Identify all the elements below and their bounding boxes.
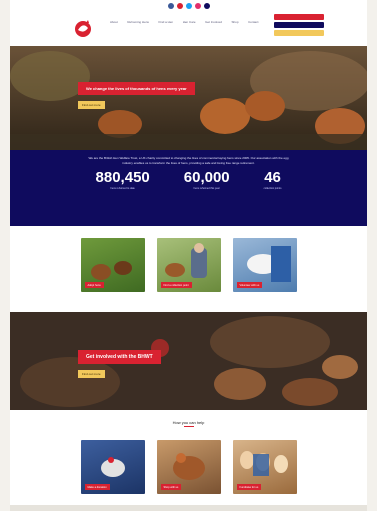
stat-item: 46 collection points — [263, 169, 282, 191]
hens-banner-image — [10, 312, 367, 410]
stat-item: 880,450 hens rehomed to date — [95, 169, 150, 191]
title-underline — [184, 426, 194, 427]
stat-label: hens rehomed this year — [193, 187, 220, 190]
involved-cta-button[interactable]: Find out more — [78, 370, 105, 378]
hero-hens-image — [10, 46, 367, 150]
intro-text: We are the British Hen Welfare Trust, a … — [88, 156, 289, 165]
footer-strip — [10, 505, 367, 511]
twitter-icon[interactable] — [185, 3, 192, 9]
stat-label: collection points — [263, 187, 282, 190]
site-header: About Rehoming Hens Find a Hen Hen Care … — [10, 12, 367, 42]
stat-label: hens rehomed to date — [110, 187, 135, 190]
stats-row: 880,450 hens rehomed to date 60,000 hens… — [10, 169, 367, 191]
youtube-icon[interactable] — [176, 3, 183, 9]
social-links — [10, 3, 367, 11]
nav-item-rehoming[interactable]: Rehoming Hens — [127, 20, 150, 24]
main-nav: About Rehoming Hens Find a Hen Hen Care … — [110, 20, 260, 24]
page: About Rehoming Hens Find a Hen Hen Care … — [10, 0, 367, 511]
stat-value: 880,450 — [95, 169, 150, 186]
facebook-icon[interactable] — [167, 3, 174, 9]
nav-item-contact[interactable]: Contact — [248, 20, 260, 24]
card-shop[interactable]: Shop with us — [156, 440, 221, 494]
stats-band: We are the British Hen Welfare Trust, a … — [10, 150, 367, 226]
header-actions — [274, 14, 324, 38]
card-caption: Make a donation — [84, 484, 110, 490]
nav-item-care[interactable]: Hen Care — [183, 20, 197, 24]
cards-row-1: Adopt hens Find a collection point Volun… — [10, 238, 367, 292]
donate-button[interactable] — [274, 14, 324, 20]
linkedin-icon[interactable] — [203, 3, 210, 9]
nav-item-about[interactable]: About — [110, 20, 119, 24]
logo-hen-icon[interactable] — [72, 18, 94, 38]
card-caption: Volunteer with us — [236, 282, 263, 288]
help-section-title: How you can help — [172, 420, 205, 425]
hero-banner: We change the lives of thousands of hens… — [10, 46, 367, 150]
nav-item-find[interactable]: Find a Hen — [158, 20, 174, 24]
card-caption: Shop with us — [160, 484, 182, 490]
card-donate[interactable]: Make a donation — [80, 440, 145, 494]
rehome-button[interactable] — [274, 22, 324, 28]
involved-title: Get involved with the BHWT — [78, 350, 161, 364]
shop-button[interactable] — [274, 30, 324, 36]
cards-row-2: Make a donation Shop with us Fundraise f… — [10, 440, 367, 494]
card-caption: Find a collection point — [160, 282, 192, 288]
hero-cta-button[interactable]: Find out more — [78, 101, 105, 109]
nav-item-shop[interactable]: Shop — [232, 20, 241, 24]
card-volunteer[interactable]: Volunteer with us — [232, 238, 297, 292]
nav-item-involved[interactable]: Get Involved — [205, 20, 223, 24]
stat-value: 46 — [264, 169, 281, 186]
involved-banner: Get involved with the BHWT Find out more — [10, 312, 367, 410]
card-caption: Adopt hens — [84, 282, 104, 288]
instagram-icon[interactable] — [194, 3, 201, 9]
card-caption: Fundraise for us — [236, 484, 262, 490]
stat-value: 60,000 — [183, 169, 230, 186]
stat-item: 60,000 hens rehomed this year — [183, 169, 230, 191]
card-collection[interactable]: Find a collection point — [156, 238, 221, 292]
hero-title: We change the lives of thousands of hens… — [78, 82, 195, 95]
card-adopt[interactable]: Adopt hens — [80, 238, 145, 292]
card-fundraise[interactable]: Fundraise for us — [232, 440, 297, 494]
